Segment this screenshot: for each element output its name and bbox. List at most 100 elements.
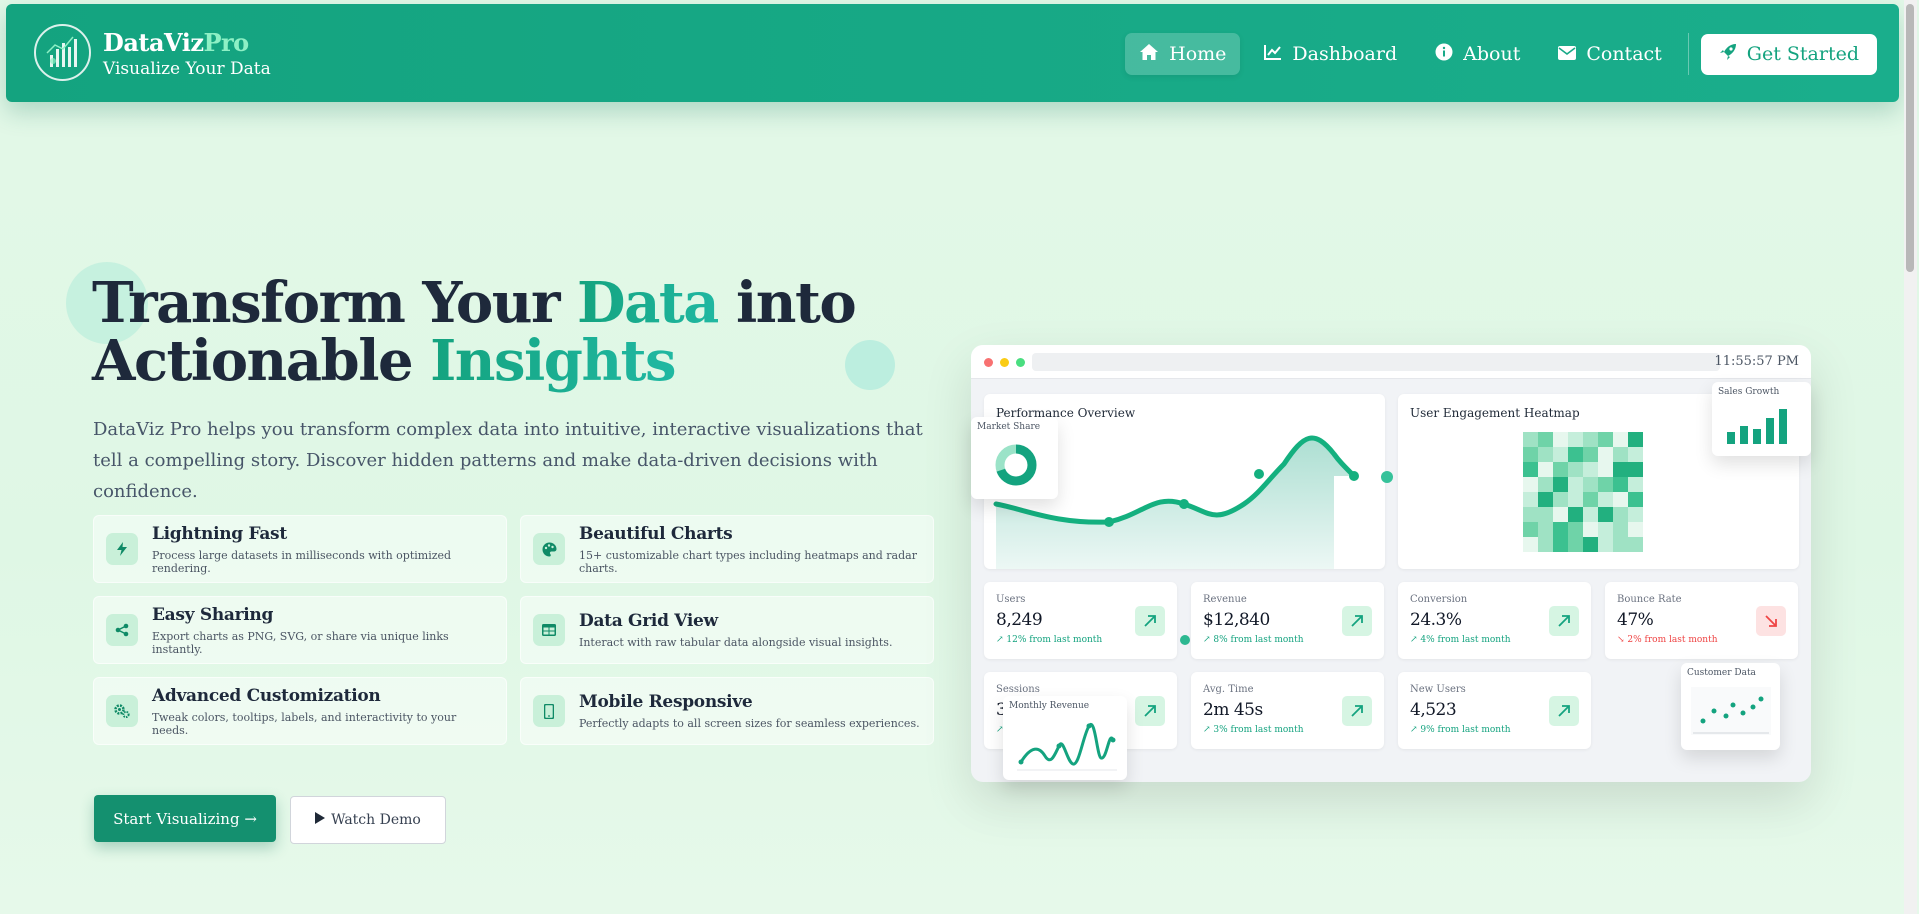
data-point[interactable] [1179,499,1189,509]
heatmap-cell[interactable] [1538,492,1553,507]
heatmap-cell[interactable] [1583,537,1598,552]
get-started-button[interactable]: Get Started [1700,33,1877,75]
watch-demo-button[interactable]: Watch Demo [290,796,446,844]
heatmap-cell[interactable] [1523,507,1538,522]
nav-contact[interactable]: Contact [1544,33,1675,75]
heatmap-cell[interactable] [1583,462,1598,477]
market-share-card[interactable]: Market Share [971,417,1058,499]
trend-up-icon [1549,696,1579,726]
heatmap-cell[interactable] [1628,537,1643,552]
table-icon [533,614,565,646]
heatmap-cell[interactable] [1568,522,1583,537]
nav-dashboard[interactable]: Dashboard [1250,33,1411,75]
heatmap-cell[interactable] [1538,447,1553,462]
heatmap-cell[interactable] [1613,462,1628,477]
heatmap-cell[interactable] [1568,507,1583,522]
heatmap-cell[interactable] [1538,432,1553,447]
heatmap-cell[interactable] [1538,477,1553,492]
heatmap-cell[interactable] [1583,492,1598,507]
heatmap-cell[interactable] [1553,537,1568,552]
heatmap-cell[interactable] [1553,447,1568,462]
nav-home[interactable]: Home [1125,33,1241,75]
start-visualizing-button[interactable]: Start Visualizing → [94,795,276,842]
heatmap-cell[interactable] [1583,477,1598,492]
heatmap-cell[interactable] [1628,432,1643,447]
heatmap-cell[interactable] [1628,462,1643,477]
heatmap-cell[interactable] [1583,507,1598,522]
heatmap-cell[interactable] [1613,447,1628,462]
heatmap-cell[interactable] [1598,432,1613,447]
heatmap-cell[interactable] [1538,507,1553,522]
customer-data-card[interactable]: Customer Data [1681,663,1780,750]
heatmap-cell[interactable] [1553,492,1568,507]
heatmap-cell[interactable] [1538,522,1553,537]
feature-card[interactable]: Advanced Customization Tweak colors, tool… [93,677,507,745]
stat-change: ↗ 8% from last month [1203,635,1304,645]
heatmap-cell[interactable] [1553,477,1568,492]
heatmap-cell[interactable] [1628,507,1643,522]
heatmap-cell[interactable] [1553,507,1568,522]
heatmap-cell[interactable] [1568,492,1583,507]
page-scrollbar[interactable] [1904,0,1917,914]
heatmap-cell[interactable] [1568,447,1583,462]
envelope-icon [1558,43,1577,65]
heatmap-cell[interactable] [1613,537,1628,552]
feature-card[interactable]: Mobile Responsive Perfectly adapts to all… [520,677,934,745]
heatmap-cell[interactable] [1613,477,1628,492]
heatmap-cell[interactable] [1568,537,1583,552]
heatmap-cell[interactable] [1598,537,1613,552]
stat-card-bounce-rate[interactable]: Bounce Rate 47% ↘ 2% from last month [1605,582,1798,659]
stat-card-conversion[interactable]: Conversion 24.3% ↗ 4% from last month [1398,582,1591,659]
heatmap-cell[interactable] [1613,492,1628,507]
heatmap-cell[interactable] [1523,492,1538,507]
feature-card[interactable]: Easy Sharing Export charts as PNG, SVG, o… [93,596,507,664]
heatmap-cell[interactable] [1628,492,1643,507]
heatmap-cell[interactable] [1583,522,1598,537]
heatmap-cell[interactable] [1538,462,1553,477]
heatmap-cell[interactable] [1568,462,1583,477]
scrollbar-thumb[interactable] [1906,4,1914,272]
heatmap-cell[interactable] [1523,447,1538,462]
heatmap-cell[interactable] [1523,462,1538,477]
chart-logo-icon[interactable] [34,24,91,81]
info-icon [1435,43,1453,66]
heatmap-cell[interactable] [1598,492,1613,507]
heatmap-cell[interactable] [1613,432,1628,447]
data-point[interactable] [1254,469,1264,479]
heatmap-cell[interactable] [1613,507,1628,522]
sales-growth-card[interactable]: Sales Growth [1712,382,1811,456]
feature-card[interactable]: Lightning Fast Process large datasets in … [93,515,507,583]
data-point[interactable] [1104,517,1114,527]
heatmap-cell[interactable] [1583,432,1598,447]
heatmap-cell[interactable] [1628,447,1643,462]
heatmap-cell[interactable] [1628,522,1643,537]
stat-card-avg-time[interactable]: Avg. Time 2m 45s ↗ 3% from last month [1191,672,1384,749]
heatmap-cell[interactable] [1553,522,1568,537]
heatmap-cell[interactable] [1598,447,1613,462]
heatmap-cell[interactable] [1598,522,1613,537]
heatmap-cell[interactable] [1583,447,1598,462]
heatmap-cell[interactable] [1553,432,1568,447]
heatmap-cell[interactable] [1523,522,1538,537]
monthly-revenue-card[interactable]: Monthly Revenue [1003,696,1127,780]
data-point[interactable] [1349,471,1359,481]
heatmap-cell[interactable] [1568,432,1583,447]
heatmap-cell[interactable] [1613,522,1628,537]
heatmap-cell[interactable] [1598,462,1613,477]
heatmap-cell[interactable] [1538,537,1553,552]
heatmap-cell[interactable] [1598,477,1613,492]
stat-card-new-users[interactable]: New Users 4,523 ↗ 9% from last month [1398,672,1591,749]
heatmap-cell[interactable] [1598,507,1613,522]
nav-about[interactable]: About [1421,33,1534,75]
brand[interactable]: DataVizPro Visualize Your Data [103,28,271,79]
heatmap-cell[interactable] [1553,462,1568,477]
heatmap-cell[interactable] [1523,432,1538,447]
heatmap-cell[interactable] [1628,477,1643,492]
feature-card[interactable]: Beautiful Charts 15+ customizable chart t… [520,515,934,583]
stat-card-users[interactable]: Users 8,249 ↗ 12% from last month [984,582,1177,659]
stat-card-revenue[interactable]: Revenue $12,840 ↗ 8% from last month [1191,582,1384,659]
heatmap-cell[interactable] [1523,477,1538,492]
heatmap-cell[interactable] [1568,477,1583,492]
heatmap-cell[interactable] [1523,537,1538,552]
feature-card[interactable]: Data Grid View Interact with raw tabular … [520,596,934,664]
